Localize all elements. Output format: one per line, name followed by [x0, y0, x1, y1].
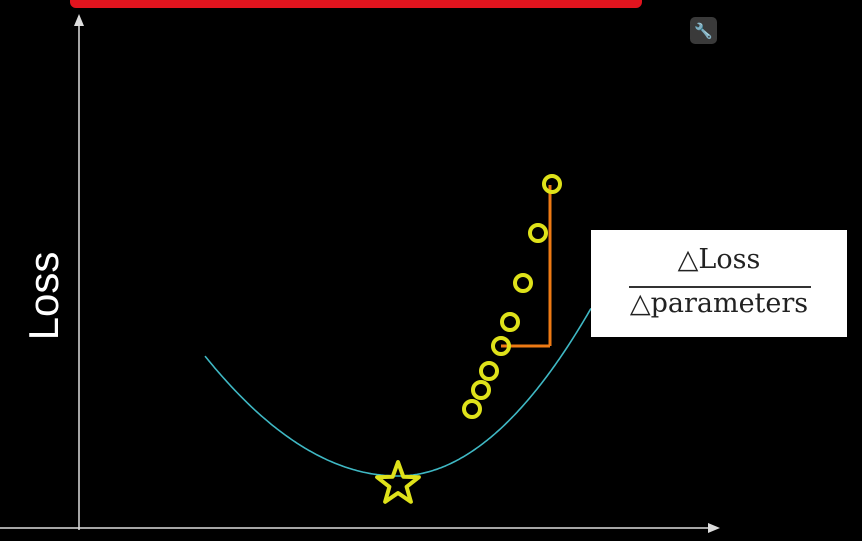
step-markers	[462, 174, 562, 419]
y-axis-arrowhead	[74, 14, 84, 26]
step-marker	[500, 312, 520, 332]
minimum-star-icon	[375, 460, 421, 504]
loss-curve	[204, 307, 592, 477]
formula-numerator: △Loss	[677, 244, 761, 275]
step-marker	[479, 361, 499, 381]
step-marker	[471, 380, 491, 400]
y-axis-label: Loss	[20, 251, 67, 341]
step-marker	[513, 273, 533, 293]
slope-lines	[501, 185, 552, 348]
diagram-stage: Loss △Loss △parameters 🔧	[0, 0, 862, 541]
step-marker	[542, 174, 562, 194]
step-marker	[462, 399, 482, 419]
tool-button[interactable]: 🔧	[690, 17, 717, 44]
wrench-icon: 🔧	[694, 21, 713, 40]
formula-denominator: △parameters	[629, 288, 809, 319]
formula-box: △Loss △parameters	[591, 230, 847, 337]
x-axis-arrowhead	[708, 523, 720, 533]
step-marker	[528, 223, 548, 243]
